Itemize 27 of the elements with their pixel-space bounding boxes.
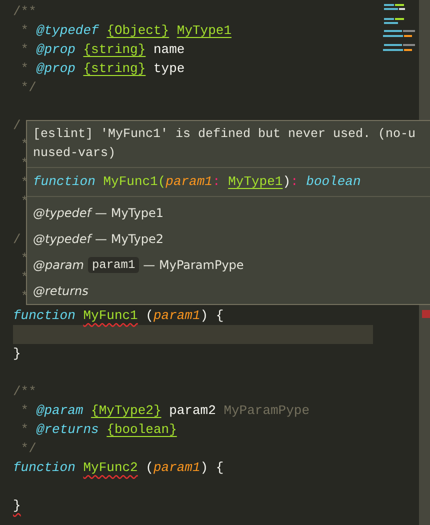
code-text: function MyFunc1 (param1) { xyxy=(13,308,224,323)
code-text: * @prop {string} type xyxy=(20,61,185,76)
lint-message: nused-vars) xyxy=(33,145,117,162)
doc-tag: @typedef xyxy=(33,232,92,246)
doc-tag: @returns xyxy=(33,284,88,298)
code-text: * @returns {boolean} xyxy=(20,422,177,437)
code-text: } xyxy=(13,498,21,513)
doc-text: — MyType2 xyxy=(95,232,164,246)
code-text: * @prop {string} name xyxy=(20,42,185,57)
code-text: } xyxy=(13,346,21,361)
code-text: */ xyxy=(20,441,36,456)
code-text: / xyxy=(13,232,21,247)
doc-text: — MyParamPype xyxy=(143,258,244,272)
code-text: */ xyxy=(20,80,36,95)
doc-text: — MyType1 xyxy=(95,206,164,220)
code-text: / xyxy=(13,118,21,133)
doc-tag: @typedef xyxy=(33,206,92,220)
code-text: function MyFunc2 (param1) { xyxy=(13,460,224,475)
code-text: * @param {MyType2} param2 MyParamPype xyxy=(20,403,310,418)
error-marker xyxy=(422,310,430,318)
lint-message: [eslint] 'MyFunc1' is defined but never used. (no-u xyxy=(33,126,417,143)
code-chip: param1 xyxy=(88,257,140,273)
code-text: /** xyxy=(13,4,36,19)
code-text: * @typedef {Object} MyType1 xyxy=(20,23,232,38)
doc-tag: @param xyxy=(33,258,84,272)
code-text: /** xyxy=(13,384,36,399)
function-signature: function MyFunc1(param1: MyType1): boolean xyxy=(27,168,430,197)
